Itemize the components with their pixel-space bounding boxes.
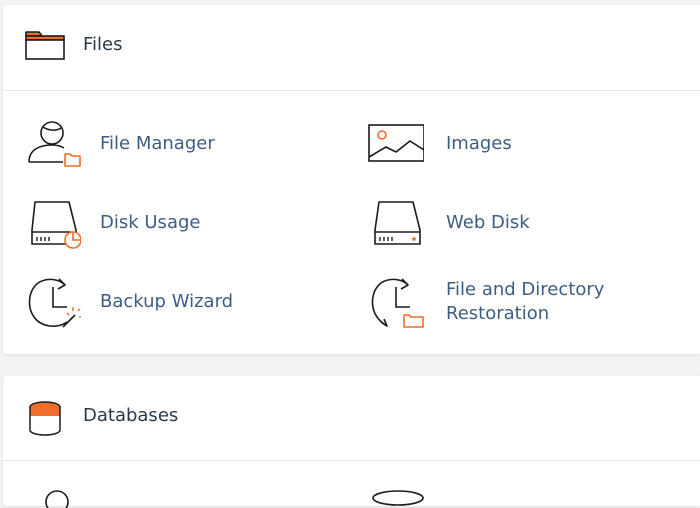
- user-icon: [45, 490, 69, 508]
- files-section-title: Files: [83, 34, 123, 55]
- disk-usage-label: Disk Usage: [100, 212, 201, 233]
- backup-wizard-link[interactable]: Backup Wizard: [25, 275, 325, 331]
- images-label: Images: [446, 133, 512, 154]
- file-manager-label: File Manager: [100, 133, 215, 154]
- web-disk-link[interactable]: Web Disk: [368, 196, 668, 252]
- images-link[interactable]: Images: [368, 117, 668, 173]
- file-manager-link[interactable]: File Manager: [25, 117, 325, 173]
- file-manager-icon: [28, 121, 81, 167]
- backup-wizard-icon: [28, 278, 81, 328]
- databases-section: Databases: [3, 376, 700, 508]
- file-and-directory-restoration-link[interactable]: File and Directory Restoration: [368, 275, 668, 331]
- databases-section-title: Databases: [83, 405, 179, 426]
- files-section: Files File Manager Images Disk Usage Web…: [3, 5, 700, 354]
- web-disk-icon: [374, 201, 421, 245]
- backup-wizard-label: Backup Wizard: [100, 291, 234, 312]
- image-icon: [368, 124, 424, 162]
- database-tool-icon: [372, 490, 424, 506]
- web-disk-label: Web Disk: [446, 212, 530, 233]
- files-section-header[interactable]: Files: [3, 5, 700, 91]
- database-icon: [29, 401, 61, 436]
- disk-usage-link[interactable]: Disk Usage: [25, 196, 325, 252]
- file-and-directory-restoration-label-line1: File and Directory: [446, 279, 605, 300]
- databases-section-header[interactable]: Databases: [3, 376, 700, 461]
- file-restoration-icon: [371, 278, 424, 328]
- file-and-directory-restoration-label-line2: Restoration: [446, 303, 550, 324]
- disk-usage-icon: [31, 201, 81, 249]
- folder-icon: [25, 31, 65, 60]
